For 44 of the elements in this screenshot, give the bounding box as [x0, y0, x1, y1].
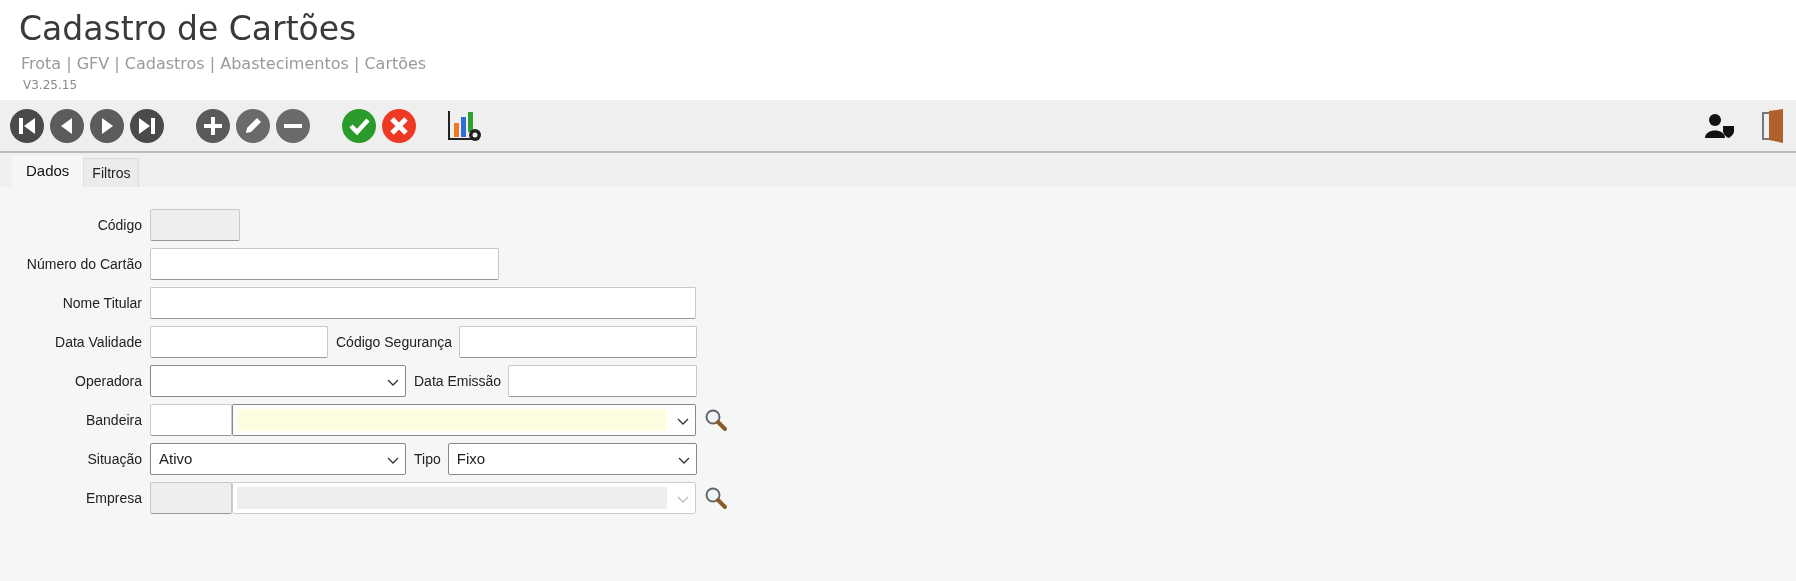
tab[interactable]: Filtros [83, 158, 140, 187]
field-label: Operadora [74, 371, 142, 391]
field-label: Código Segurança [336, 332, 452, 352]
field-label: Código [96, 215, 142, 235]
text-input[interactable] [150, 287, 696, 319]
select-dropdown[interactable] [232, 404, 696, 436]
code-input[interactable] [150, 404, 232, 436]
select-dropdown[interactable]: Ativo [150, 443, 406, 475]
text-input[interactable] [459, 326, 697, 358]
remove-icon[interactable] [275, 107, 311, 144]
field-label: Nome Titular [61, 293, 142, 313]
field-label: Data Validade [54, 332, 142, 352]
next-record-icon[interactable] [89, 107, 125, 144]
field-label: Empresa [84, 488, 142, 508]
page-title: Cadastro de Cartões [19, 8, 358, 50]
field-label: Situação [86, 449, 142, 469]
search-icon[interactable] [704, 408, 728, 432]
add-icon[interactable] [195, 107, 231, 144]
chevron-down-icon [678, 457, 690, 465]
select-dropdown[interactable] [150, 365, 406, 397]
search-icon[interactable] [704, 486, 728, 510]
chevron-down-icon [387, 457, 399, 465]
chevron-down-icon [387, 379, 399, 387]
field-label: Tipo [414, 449, 441, 469]
cancel-icon[interactable] [381, 107, 417, 144]
breadcrumb: Frota | GFV | Cadastros | Abastecimentos | Cartões [21, 53, 428, 75]
previous-record-icon[interactable] [49, 107, 85, 144]
text-input[interactable] [150, 248, 499, 280]
chart-settings-icon[interactable] [447, 108, 483, 143]
chevron-down-icon [677, 418, 689, 426]
field-label: Número do Cartão [25, 254, 142, 274]
tab[interactable]: Dados [12, 155, 84, 187]
text-input[interactable] [150, 326, 328, 358]
version-label: V3.25.15 [23, 77, 78, 94]
field-label: Data Emissão [414, 371, 502, 391]
field-label: Bandeira [84, 410, 142, 430]
user-shield-icon[interactable] [1705, 112, 1735, 139]
chevron-down-icon [677, 496, 689, 504]
edit-icon[interactable] [235, 107, 271, 144]
confirm-icon[interactable] [341, 107, 377, 144]
select-dropdown[interactable]: Fixo [447, 443, 697, 475]
last-record-icon[interactable] [129, 107, 165, 144]
text-input[interactable] [508, 365, 697, 397]
first-record-icon[interactable] [9, 107, 45, 144]
